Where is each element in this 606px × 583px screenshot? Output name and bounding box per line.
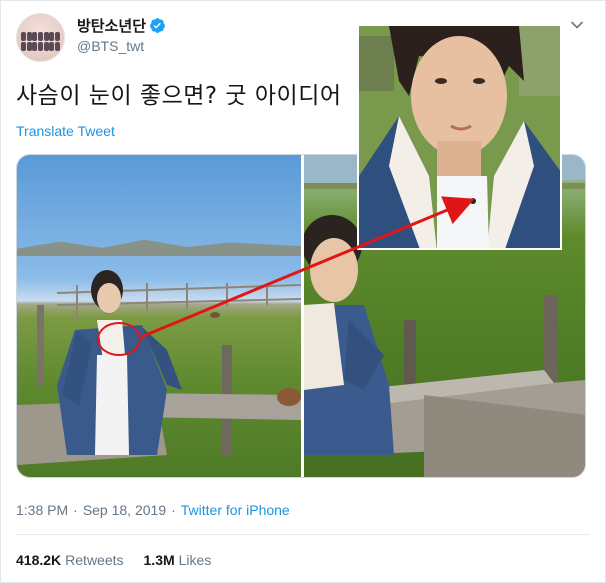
retweets-stat[interactable]: 418.2K Retweets bbox=[16, 552, 124, 568]
meta-separator: · bbox=[171, 502, 176, 518]
zoom-inset-photo[interactable] bbox=[357, 24, 562, 250]
avatar[interactable] bbox=[16, 13, 65, 62]
display-name[interactable]: 방탄소년단 bbox=[77, 15, 146, 36]
divider bbox=[16, 534, 590, 535]
tweet-meta: 1:38 PM · Sep 18, 2019 · Twitter for iPh… bbox=[16, 502, 290, 518]
author-handle[interactable]: @BTS_twt bbox=[77, 38, 144, 54]
tweet-time[interactable]: 1:38 PM bbox=[16, 502, 68, 518]
likes-label: Likes bbox=[178, 552, 212, 568]
zoom-inset-scene bbox=[359, 26, 560, 248]
tweet-card: 방탄소년단 @BTS_twt 사슴이 눈이 좋으면? 굿 아이디어 Transl… bbox=[0, 0, 606, 583]
verified-badge-icon bbox=[150, 18, 165, 33]
meta-separator: · bbox=[73, 502, 78, 518]
tweet-source-link[interactable]: Twitter for iPhone bbox=[181, 502, 290, 518]
annotation-circle bbox=[97, 322, 141, 356]
chevron-down-icon[interactable] bbox=[569, 17, 585, 33]
likes-stat[interactable]: 1.3M Likes bbox=[144, 552, 212, 568]
retweets-count: 418.2K bbox=[16, 552, 62, 568]
likes-count: 1.3M bbox=[143, 552, 175, 568]
tweet-text: 사슴이 눈이 좋으면? 굿 아이디어 bbox=[16, 83, 342, 109]
tweet-date[interactable]: Sep 18, 2019 bbox=[83, 502, 166, 518]
author-name-line[interactable]: 방탄소년단 bbox=[77, 15, 166, 36]
photo-left[interactable] bbox=[17, 155, 301, 477]
photo-left-scene bbox=[17, 270, 301, 465]
retweets-label: Retweets bbox=[65, 552, 124, 568]
tweet-stats: 418.2K Retweets 1.3M Likes bbox=[16, 552, 211, 568]
translate-tweet-link[interactable]: Translate Tweet bbox=[16, 123, 115, 139]
